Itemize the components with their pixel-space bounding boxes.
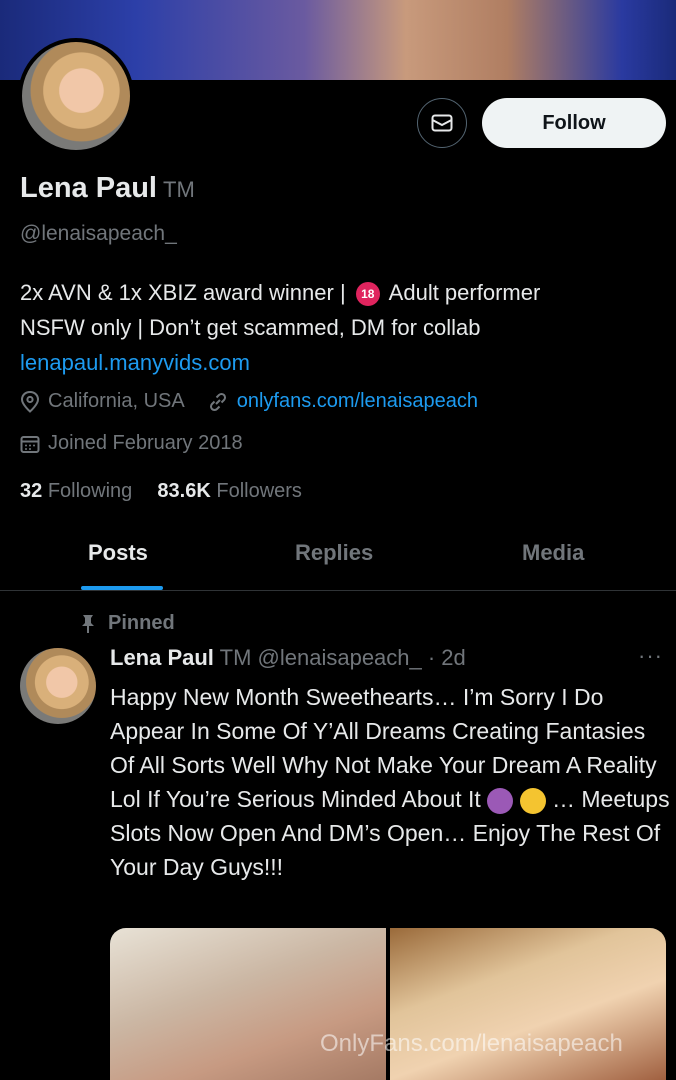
tab-posts[interactable]: Posts — [88, 540, 148, 566]
followers-label: Followers — [216, 480, 302, 502]
post-text: Happy New Month Sweethearts… I’m Sorry I… — [110, 680, 670, 884]
post-header: Lena Paul TM @lenaisapeach_ · 2d — [110, 645, 466, 671]
mail-icon — [431, 114, 453, 132]
following-link[interactable]: 32 Following — [20, 480, 132, 502]
followers-link[interactable]: 83.6K Followers — [157, 480, 302, 502]
bio-line2: NSFW only | Don’t get scammed, DM for co… — [20, 315, 481, 340]
location-pin-icon — [20, 390, 40, 413]
message-button[interactable] — [417, 98, 467, 148]
post-handle-time: @lenaisapeach_ · 2d — [257, 645, 466, 670]
tab-media[interactable]: Media — [522, 540, 584, 566]
followers-count: 83.6K — [157, 480, 211, 502]
calendar-icon — [20, 435, 40, 453]
profile-avatar[interactable] — [18, 38, 134, 154]
profile-location: California, USA — [48, 390, 185, 412]
tab-replies[interactable]: Replies — [295, 540, 373, 566]
adult-18-icon: 18 — [355, 282, 380, 307]
watermark: OnlyFans.com/lenaisapeach — [320, 1030, 623, 1057]
post-avatar[interactable] — [20, 648, 96, 724]
profile-stats: 32 Following 83.6K Followers — [20, 480, 302, 503]
pin-icon — [82, 614, 94, 633]
profile-joined: Joined February 2018 — [48, 432, 243, 454]
pinned-indicator: Pinned — [80, 612, 175, 635]
profile-bio: 2x AVN & 1x XBIZ award winner | 18 Adult… — [20, 275, 660, 380]
profile-joined-row: Joined February 2018 — [20, 432, 243, 455]
winking-face-emoji-icon — [519, 787, 546, 814]
active-tab-indicator — [81, 586, 163, 590]
following-label: Following — [47, 480, 133, 502]
following-count: 32 — [20, 480, 43, 502]
profile-tabs: Posts Replies Media — [0, 528, 676, 591]
follow-button[interactable]: Follow — [482, 98, 666, 148]
smiling-devil-emoji-icon — [487, 787, 514, 814]
trademark: TM — [163, 177, 195, 202]
link-icon — [209, 392, 226, 411]
profile-meta-row: California, USA onlyfans.com/lenaisapeac… — [20, 390, 478, 413]
post-author-tm: TM — [219, 645, 252, 670]
profile-handle: @lenaisapeach_ — [20, 222, 177, 245]
bio-link[interactable]: lenapaul.manyvids.com — [20, 350, 250, 375]
bio-line1-a: 2x AVN & 1x XBIZ award winner | — [20, 280, 352, 305]
more-icon[interactable]: ··· — [638, 643, 663, 669]
pinned-label: Pinned — [108, 612, 175, 634]
profile-name-text: Lena Paul — [20, 172, 157, 204]
profile-website[interactable]: onlyfans.com/lenaisapeach — [237, 390, 478, 413]
bio-line1-b: Adult performer — [383, 280, 541, 305]
post-author-name[interactable]: Lena Paul — [110, 645, 214, 670]
profile-name: Lena Paul TM — [20, 172, 195, 205]
